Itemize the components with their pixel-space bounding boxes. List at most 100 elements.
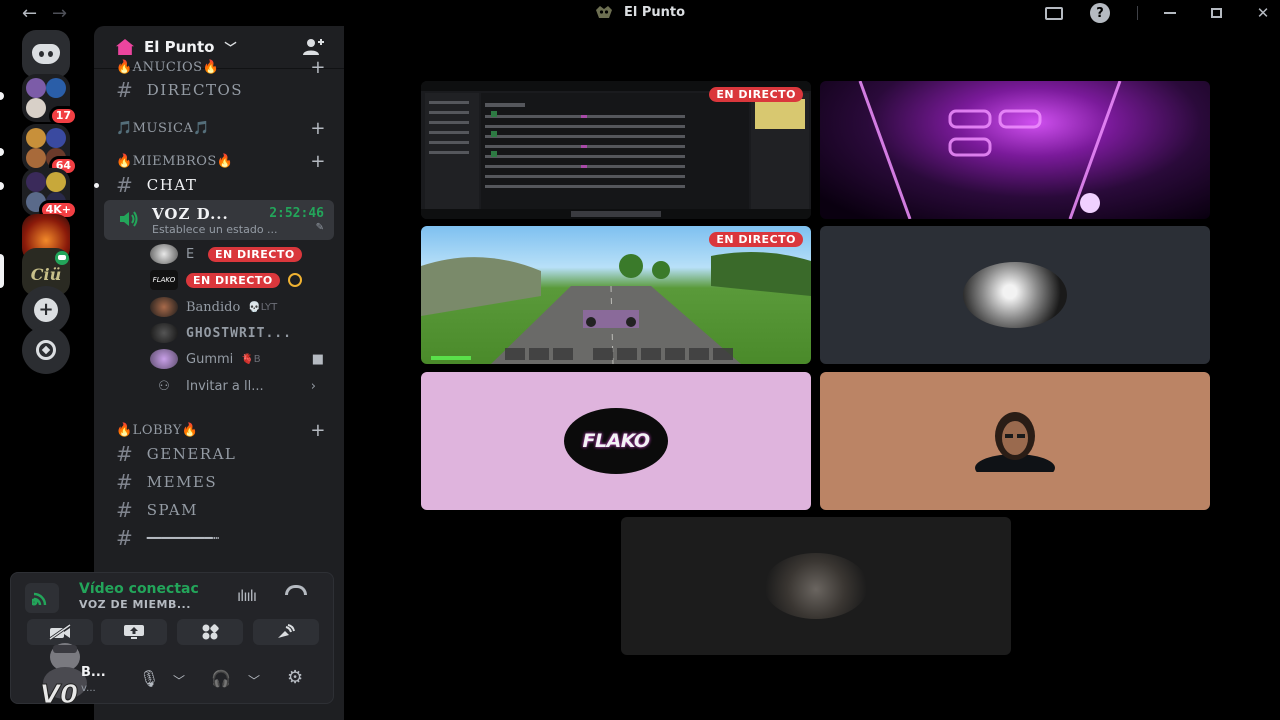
invite-people-icon[interactable]	[302, 38, 324, 56]
voice-stage: EN DIRECTO EN DIRECTO FLAKO	[346, 26, 1280, 720]
channel-label: CHAT	[146, 176, 198, 194]
gear-icon[interactable]: ⚙	[287, 667, 303, 688]
server-avatar	[46, 172, 66, 192]
server-avatar	[26, 172, 46, 192]
server-folder-2[interactable]: 64	[22, 124, 78, 176]
channel-label: SPAM	[146, 501, 198, 519]
add-channel-icon[interactable]: +	[310, 420, 326, 441]
voice-member[interactable]: Bandido 💀LYT	[150, 296, 334, 318]
voice-member[interactable]: GHOSTWRIT...	[150, 322, 334, 344]
avatar: FLAKO	[150, 270, 178, 290]
video-camera-icon: ■	[311, 351, 324, 367]
voice-channel-active[interactable]: VOZ D... 2:52:46 Establece un estado ...…	[104, 200, 334, 240]
noise-suppression-icon[interactable]: ılıılı	[237, 587, 257, 605]
hash-icon: #	[116, 526, 133, 550]
invite-to-voice[interactable]: ⚇ Invitar a ll... ›	[150, 375, 334, 397]
help-icon[interactable]: ?	[1088, 2, 1112, 24]
home-button[interactable]	[22, 30, 70, 78]
channel-label: GENERAL	[146, 445, 237, 463]
server-folder-3[interactable]: 4K+	[22, 168, 78, 220]
mention-badge: 17	[48, 106, 78, 126]
discover-button[interactable]	[22, 326, 70, 374]
chevron-down-icon: ﹀	[224, 40, 237, 55]
unread-indicator	[94, 183, 99, 188]
hash-icon: #	[116, 498, 133, 522]
soundboard-button[interactable]	[253, 619, 319, 645]
unread-pill	[0, 148, 4, 156]
voice-member[interactable]: Gummi 🫀B ■	[150, 348, 334, 370]
channel-divider[interactable]: # ━━━━━━━━━┉	[116, 526, 326, 550]
add-channel-icon[interactable]: +	[310, 151, 326, 172]
voice-channel-subtitle[interactable]: VOZ DE MIEMB...	[79, 598, 191, 611]
neon-camera-view	[858, 81, 1122, 219]
member-avatar	[975, 412, 1055, 472]
member-name: Bandido	[186, 299, 241, 315]
member-tile-flako[interactable]: FLAKO	[421, 372, 811, 510]
forward-arrow-icon[interactable]: →	[52, 3, 67, 24]
invite-label: Invitar a ll...	[186, 378, 264, 394]
server-folder-1[interactable]: 17	[22, 74, 78, 126]
activity-icon	[287, 273, 302, 287]
channel-memes[interactable]: # MEMES	[116, 470, 326, 494]
inbox-icon[interactable]	[1042, 2, 1066, 24]
stream-tile-neon[interactable]	[820, 81, 1210, 219]
svg-text:Ciü: Ciü	[31, 265, 61, 284]
category-miembros[interactable]: 🔥MIEMBROS🔥 +	[116, 149, 326, 173]
connection-info-button[interactable]	[25, 583, 59, 613]
voice-timer: 2:52:46	[269, 206, 324, 221]
channel-general[interactable]: # GENERAL	[116, 442, 326, 466]
live-badge: EN DIRECTO	[186, 272, 280, 288]
discord-logo-icon	[32, 44, 60, 64]
server-avatar	[26, 148, 46, 168]
activities-icon	[202, 624, 219, 640]
stream-tile-game[interactable]: EN DIRECTO	[421, 226, 811, 364]
plus-icon: +	[34, 298, 58, 322]
pencil-icon[interactable]: ✎	[316, 222, 324, 233]
member-tile[interactable]	[820, 372, 1210, 510]
category-anuncios[interactable]: 🔥ANUCIOS🔥 +	[116, 55, 326, 79]
member-activity: 🫀B	[241, 353, 261, 365]
channel-spam[interactable]: # SPAM	[116, 498, 326, 522]
chevron-down-icon[interactable]: ﹀	[173, 672, 185, 689]
avatar	[150, 323, 178, 343]
member-avatar	[963, 262, 1067, 328]
hash-icon: #	[116, 442, 133, 466]
screen-share-icon	[124, 625, 144, 639]
member-tile[interactable]	[820, 226, 1210, 364]
member-tile-camera[interactable]	[621, 517, 1011, 655]
member-name: E	[186, 246, 195, 262]
microphone-icon[interactable]: 🎙	[139, 669, 159, 688]
category-musica[interactable]: 🎵MUSICA🎵 +	[116, 116, 326, 140]
share-screen-button[interactable]	[101, 619, 167, 645]
channel-directos[interactable]: # DIRECTOS	[116, 78, 326, 102]
chevron-down-icon[interactable]: ﹀	[248, 672, 260, 689]
unread-pill	[0, 92, 4, 100]
server-name: El Punto	[144, 38, 215, 56]
headphones-icon[interactable]: 🎧	[211, 669, 231, 688]
server-avatar	[26, 78, 46, 98]
stream-tile-screen[interactable]: EN DIRECTO	[421, 81, 811, 219]
category-label: 🔥ANUCIOS🔥	[116, 59, 220, 75]
add-channel-icon[interactable]: +	[310, 57, 326, 78]
close-icon[interactable]: ✕	[1251, 2, 1275, 24]
channel-label: MEMES	[146, 473, 218, 491]
live-badge: EN DIRECTO	[709, 232, 803, 247]
maximize-icon[interactable]	[1204, 2, 1228, 24]
channel-label: ━━━━━━━━━┉	[146, 531, 220, 545]
minimize-icon[interactable]	[1158, 2, 1182, 24]
category-lobby[interactable]: 🔥LOBBY🔥 +	[116, 418, 326, 442]
voice-member[interactable]: FLAKO EN DIRECTO	[150, 269, 334, 291]
add-channel-icon[interactable]: +	[310, 118, 326, 139]
flako-logo-text: FLAKO	[582, 430, 650, 452]
voice-member[interactable]: E EN DIRECTO	[150, 243, 334, 265]
window-title: El Punto	[624, 4, 686, 20]
back-arrow-icon[interactable]: ←	[22, 3, 37, 24]
voice-connected-title: Vídeo conectac	[79, 581, 199, 597]
live-badge: EN DIRECTO	[208, 246, 302, 262]
disconnect-icon[interactable]	[285, 585, 307, 595]
member-name: Gummi	[186, 351, 234, 367]
channel-chat[interactable]: # CHAT	[116, 173, 326, 197]
unread-pill	[0, 182, 4, 190]
activities-button[interactable]	[177, 619, 243, 645]
voice-status[interactable]: Establece un estado ...	[152, 223, 278, 236]
